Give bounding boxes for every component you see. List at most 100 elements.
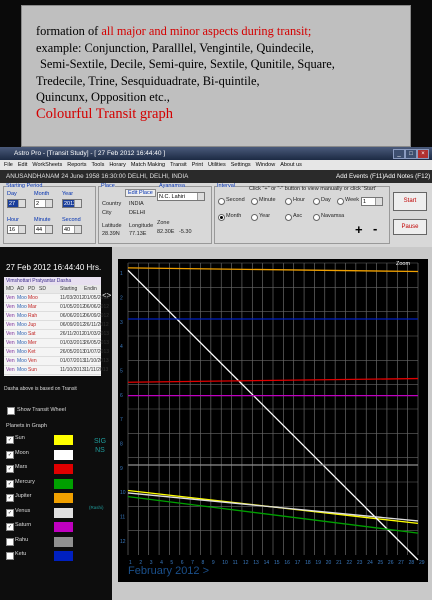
dasha-cell: 11/03/2012	[60, 295, 85, 301]
interval-value-select[interactable]: 1	[361, 197, 383, 206]
menu-reports[interactable]: Reports	[67, 162, 86, 168]
dasha-cell: Mar	[28, 304, 37, 310]
dasha-row[interactable]: Ven Moo Mer 01/03/2013 26/05/2013	[4, 339, 109, 349]
planet-checkbox-ketu[interactable]	[6, 552, 14, 560]
caption-box: formation of all major and minor aspects…	[21, 5, 411, 147]
dasha-cell: 26/05/2013	[60, 349, 86, 355]
dasha-row[interactable]: Ven Moo Mar 01/05/2012 06/06/2012	[4, 303, 109, 313]
day-label: Day	[7, 191, 17, 197]
planet-color-swatch[interactable]	[54, 551, 73, 561]
pause-button[interactable]: Pause	[393, 219, 427, 235]
radio-minute[interactable]	[251, 198, 258, 205]
dasha-row[interactable]: Ven Moo Rah 06/06/2012 06/09/2012	[4, 312, 109, 322]
radio-month[interactable]	[218, 214, 225, 221]
planet-checkbox-venus[interactable]: ✓	[6, 508, 14, 517]
planet-checkbox-mars[interactable]: ✓	[6, 465, 14, 473]
month-select[interactable]: 2	[34, 199, 53, 208]
planet-color-swatch[interactable]	[54, 493, 73, 503]
menu-match-making[interactable]: Match Making	[131, 162, 165, 168]
zoom-label[interactable]: Zoom	[396, 261, 410, 267]
planet-color-swatch[interactable]	[54, 522, 73, 532]
planet-checkbox-jupiter[interactable]: ✓	[6, 494, 14, 502]
show-wheel-checkbox[interactable]	[7, 407, 15, 415]
timezone-value: -5.30	[179, 229, 192, 235]
dasha-row[interactable]: Ven Moo Ven 01/07/2013 11/10/2013	[4, 357, 109, 367]
planet-name: Rahu	[15, 536, 29, 543]
planet-checkbox-sun[interactable]: ✓	[6, 436, 14, 444]
radio-second[interactable]	[218, 198, 225, 205]
dasha-cell: 01/05/2012	[60, 304, 86, 310]
menu-settings[interactable]: Settings	[231, 162, 251, 168]
chart-info: ANUSANDHANAM 24 June 1958 16:30:00 DELHI…	[6, 173, 189, 180]
radio-label-asc: Asc	[293, 213, 303, 219]
edit-place-button[interactable]: Edit Place	[125, 189, 156, 197]
menu-file[interactable]: File	[4, 162, 13, 168]
dasha-header-ad: AD	[17, 286, 24, 292]
planet-color-swatch[interactable]	[54, 478, 73, 489]
radio-week[interactable]	[337, 198, 344, 205]
planet-name: Mars	[15, 464, 28, 470]
radio-day[interactable]	[313, 198, 320, 205]
close-button[interactable]: ×	[417, 149, 429, 159]
maximize-button[interactable]: □	[405, 149, 417, 159]
dasha-header-row: MD AD PD SD Starting Endin	[4, 285, 101, 295]
year-select[interactable]: 2012	[62, 199, 82, 208]
menu-print[interactable]: Print	[192, 162, 203, 168]
planet-color-swatch[interactable]	[54, 507, 73, 518]
planet-color-swatch[interactable]	[54, 536, 73, 547]
day-select[interactable]: 27	[7, 199, 26, 208]
ayanamsa-select[interactable]: N.C. Lahiri	[157, 192, 205, 201]
planet-name: Moon	[15, 449, 29, 456]
y-tick-label: 8	[120, 442, 123, 448]
dasha-row[interactable]: Ven Moo Sat 26/11/2012 01/03/2013	[4, 330, 109, 340]
radio-navamsa[interactable]	[313, 214, 320, 221]
add-events-button[interactable]: Add Events (F11)	[336, 170, 385, 183]
dasha-row[interactable]: Ven Moo Jup 06/09/2012 26/11/2012	[4, 321, 109, 331]
menu-transit[interactable]: Transit	[170, 162, 187, 168]
add-notes-button[interactable]: Add Notes (F12)	[384, 170, 430, 183]
radio-hour[interactable]	[285, 198, 292, 205]
menu-edit[interactable]: Edit	[18, 162, 27, 168]
second-select[interactable]: 40	[62, 225, 82, 234]
menu-horary[interactable]: Horary	[109, 162, 126, 168]
country-label: Country	[102, 201, 122, 207]
planet-color-swatch[interactable]	[54, 464, 73, 474]
menu-window[interactable]: Window	[256, 162, 276, 168]
menu-worksheets[interactable]: WorkSheets	[32, 162, 62, 168]
latitude-value: 28.39N	[102, 231, 120, 237]
dasha-row[interactable]: Ven Moo Moo 11/03/2012 01/05/2012	[4, 294, 109, 304]
planet-checkbox-rahu[interactable]	[6, 537, 14, 546]
planet-color-swatch[interactable]	[54, 449, 73, 460]
title-bar: Astro Pro - [Transit Study] - [ 27 Feb 2…	[0, 147, 432, 160]
x-tick-label: 17	[295, 560, 301, 566]
dasha-cell: 01/03/2013	[84, 331, 110, 337]
dasha-cell: Moo	[17, 313, 27, 319]
caption-line6: Colourful Transit graph	[36, 105, 173, 122]
plus-button[interactable]: +	[355, 222, 363, 237]
planet-checkbox-mercury[interactable]: ✓	[6, 479, 14, 488]
y-tick-label: 4	[120, 344, 123, 350]
planet-checkbox-moon[interactable]: ✓	[6, 450, 14, 459]
menu-utilities[interactable]: Utilities	[208, 162, 226, 168]
dasha-row[interactable]: Ven Moo Sun 11/10/2013 11/11/2013	[4, 366, 108, 376]
hour-label: Hour	[7, 217, 19, 223]
start-button[interactable]: Start	[393, 192, 427, 211]
radio-year[interactable]	[251, 214, 258, 221]
minute-select[interactable]: 44	[34, 225, 53, 234]
hour-select[interactable]: 16	[7, 225, 26, 234]
minus-button[interactable]: -	[373, 221, 377, 236]
minimize-button[interactable]: _	[393, 149, 405, 159]
month-nav[interactable]: February 2012 >	[128, 565, 209, 577]
radio-asc[interactable]	[285, 214, 292, 221]
year-label: Year	[62, 191, 74, 197]
dasha-cell: Moo	[17, 367, 27, 373]
place-title: Place	[101, 183, 115, 189]
menu-tools[interactable]: Tools	[91, 162, 104, 168]
caption-line2: example: Conjunction, Paralllel, Vengint…	[36, 40, 314, 55]
planet-checkbox-saturn[interactable]: ✓	[6, 523, 14, 531]
menu-about-us[interactable]: About us	[280, 162, 302, 168]
radio-label-week: Week	[345, 197, 359, 203]
dasha-cell: Ven	[6, 322, 15, 328]
planet-color-swatch[interactable]	[54, 435, 73, 445]
dasha-row[interactable]: Ven Moo Ket 26/05/2013 01/07/2013	[4, 348, 109, 358]
